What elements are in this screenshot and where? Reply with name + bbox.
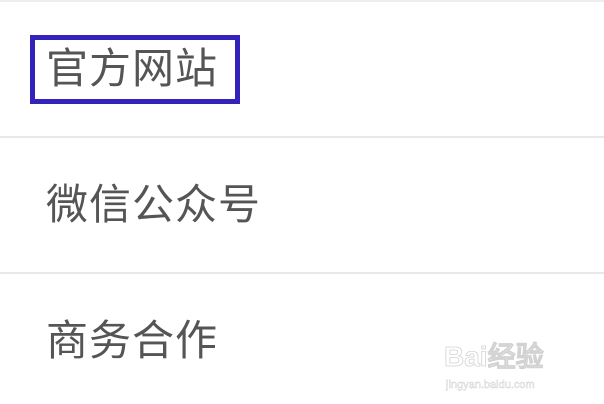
menu-item-label: 官方网站 <box>46 44 219 93</box>
menu-item-label: 微信公众号 <box>46 180 262 229</box>
settings-menu-screen: 官方网站 微信公众号 商务合作 Bai经验 jingyan.baidu.com <box>0 0 604 404</box>
baidu-jingyan-watermark: Bai经验 jingyan.baidu.com <box>442 336 592 394</box>
baidu-paw-logo-icon: Bai经验 jingyan.baidu.com <box>444 340 544 392</box>
watermark-url-text: jingyan.baidu.com <box>445 379 535 391</box>
menu-item-wechat-account[interactable]: 微信公众号 <box>0 138 604 272</box>
menu-item-label: 商务合作 <box>46 316 219 365</box>
menu-item-official-website[interactable]: 官方网站 <box>0 2 604 136</box>
watermark-brand-text: Bai经验 <box>444 340 544 372</box>
